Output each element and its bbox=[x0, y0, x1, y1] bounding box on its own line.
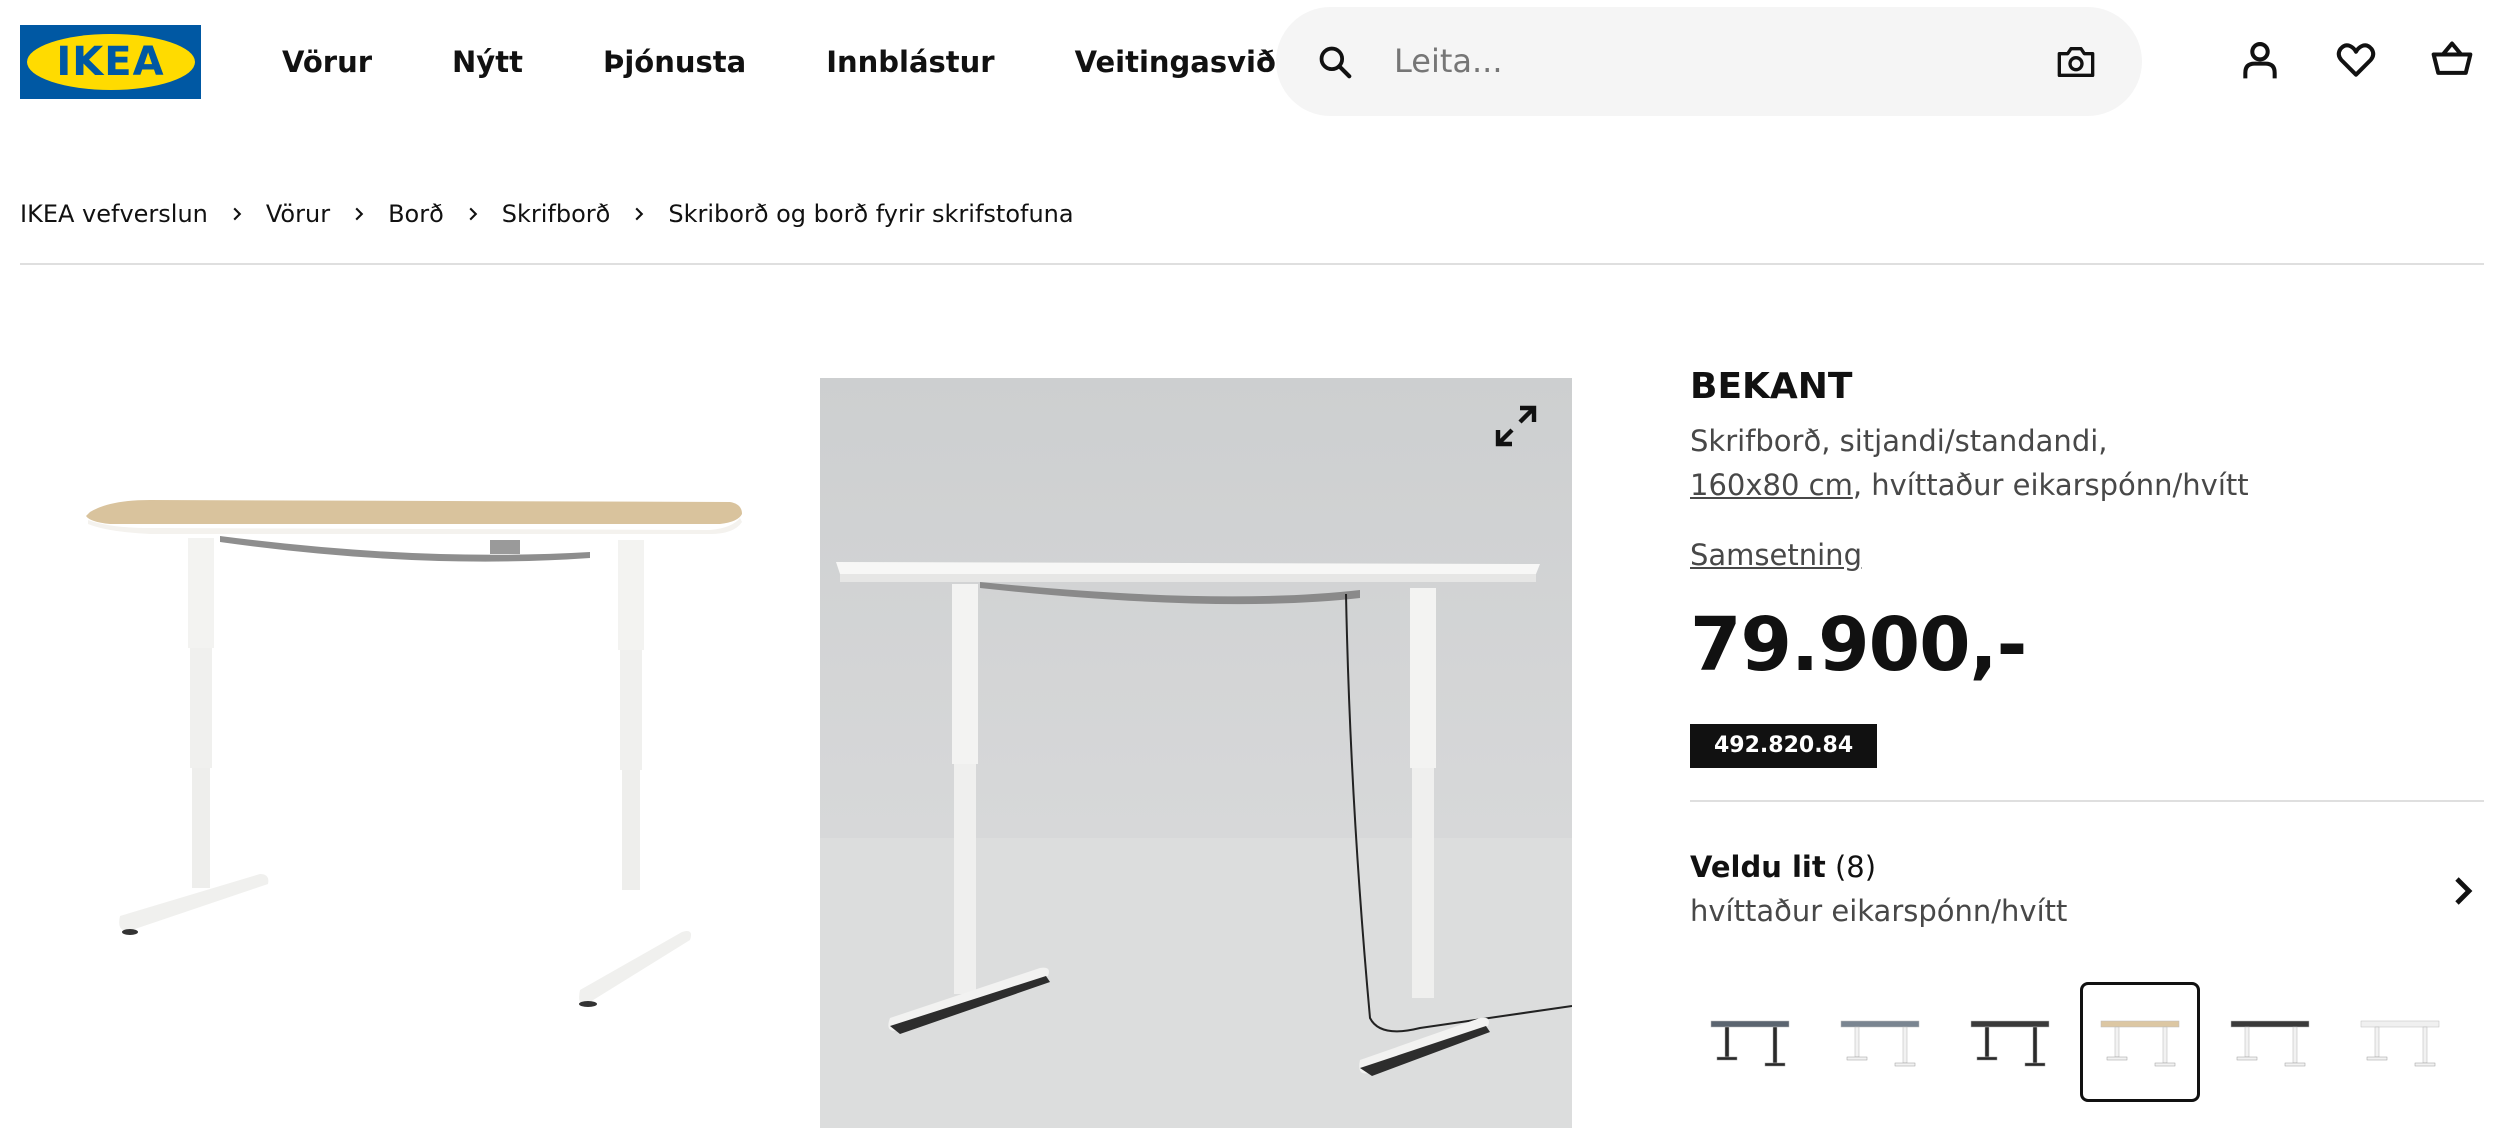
nav-item-services[interactable]: Þjónusta bbox=[603, 38, 746, 86]
color-swatch-dark-gray-black[interactable] bbox=[1690, 982, 1810, 1102]
nav-item-inspiration[interactable]: Innblástur bbox=[826, 38, 994, 86]
search-bar bbox=[1276, 7, 2142, 116]
product-image-main[interactable] bbox=[70, 470, 750, 1030]
breadcrumb-divider bbox=[20, 263, 2484, 265]
logo-text: IKEA bbox=[56, 39, 165, 85]
breadcrumb-office-desks[interactable]: Skriborð og borð fyrir skrifstofuna bbox=[668, 200, 1073, 228]
info-divider bbox=[1690, 800, 2484, 802]
product-image-secondary[interactable] bbox=[820, 378, 1572, 1128]
desk-thumbnail bbox=[2230, 1020, 2310, 1067]
breadcrumb-products[interactable]: Vörur bbox=[266, 200, 330, 228]
nav-item-new[interactable]: Nýtt bbox=[452, 38, 523, 86]
search-input[interactable] bbox=[1394, 31, 2014, 91]
product-name: BEKANT bbox=[1690, 366, 1853, 407]
assembly-link[interactable]: Samsetning bbox=[1690, 538, 1862, 572]
size-link[interactable]: 160x80 cm bbox=[1690, 468, 1853, 502]
chevron-right-icon bbox=[355, 207, 364, 221]
product-description: Skrifborð, sitjandi/standandi, bbox=[1690, 424, 2108, 458]
camera-icon[interactable] bbox=[2056, 43, 2096, 81]
desk-photo bbox=[820, 562, 1572, 1128]
product-price: 79.900,- bbox=[1690, 602, 2027, 688]
desk-thumbnail bbox=[1970, 1020, 2050, 1067]
breadcrumb-home[interactable]: IKEA vefverslun bbox=[20, 200, 208, 228]
chevron-right-icon bbox=[635, 207, 644, 221]
chevron-right-icon bbox=[2455, 877, 2473, 905]
desk-thumbnail bbox=[1840, 1020, 1920, 1067]
color-swatch-oak-white[interactable] bbox=[2080, 982, 2200, 1102]
color-count: (8) bbox=[1834, 850, 1877, 884]
desk-thumbnail bbox=[1710, 1020, 1790, 1067]
desk-thumbnail bbox=[2360, 1020, 2440, 1067]
breadcrumb-desks[interactable]: Skrifborð bbox=[502, 200, 611, 228]
search-icon[interactable] bbox=[1316, 43, 1354, 81]
color-swatch-white-white[interactable] bbox=[2340, 982, 2460, 1102]
user-icon[interactable] bbox=[2238, 38, 2282, 82]
nav-item-restaurant[interactable]: Veitingasvið bbox=[1075, 38, 1276, 86]
ikea-logo[interactable]: IKEA bbox=[20, 25, 201, 99]
article-number-badge: 492.820.84 bbox=[1690, 724, 1878, 768]
color-swatches bbox=[1690, 982, 2460, 1102]
nav-item-products[interactable]: Vörur bbox=[282, 38, 372, 86]
chevron-right-icon bbox=[233, 207, 242, 221]
color-swatch-black-white[interactable] bbox=[2210, 982, 2330, 1102]
breadcrumb-tables[interactable]: Borð bbox=[388, 200, 444, 228]
color-swatch-black-brown-black[interactable] bbox=[1950, 982, 2070, 1102]
choose-color-button[interactable]: Veldu lit (8) hvíttaður eikarspónn/hvítt bbox=[1690, 850, 2484, 940]
product-color-text: , hvíttaður eikarspónn/hvítt bbox=[1852, 468, 2249, 502]
basket-icon[interactable] bbox=[2430, 38, 2474, 82]
expand-icon[interactable] bbox=[1492, 402, 1540, 450]
heart-icon[interactable] bbox=[2334, 38, 2378, 82]
desk-thumbnail bbox=[2100, 1020, 2180, 1067]
choose-color-title: Veldu lit (8) bbox=[1690, 850, 1876, 884]
selected-color: hvíttaður eikarspónn/hvítt bbox=[1690, 894, 2068, 928]
chevron-right-icon bbox=[469, 207, 478, 221]
product-description-size: 160x80 cm, hvíttaður eikarspónn/hvítt bbox=[1690, 468, 2249, 502]
main-nav: Vörur Nýtt Þjónusta Innblástur Veitingas… bbox=[282, 38, 1276, 86]
color-swatch-gray-white[interactable] bbox=[1820, 982, 1940, 1102]
breadcrumb: IKEA vefverslun Vörur Borð Skrifborð Skr… bbox=[20, 196, 1074, 232]
choose-color-label: Veldu lit bbox=[1690, 850, 1826, 884]
logo-oval: IKEA bbox=[26, 34, 195, 90]
